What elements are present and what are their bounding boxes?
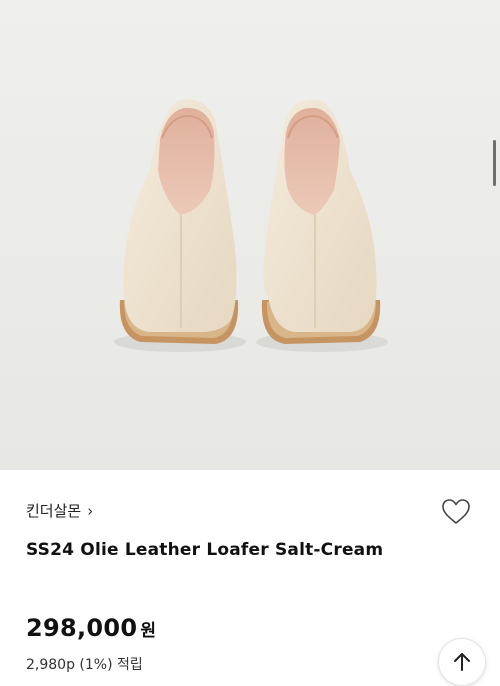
heart-outline-icon[interactable] <box>440 496 472 528</box>
image-scrollbar[interactable] <box>493 140 496 186</box>
chevron-right-icon: › <box>87 501 94 520</box>
arrow-up-icon <box>454 653 470 671</box>
loafer-photo <box>0 0 500 470</box>
price-value: 298,000 <box>26 614 138 642</box>
product-image[interactable] <box>0 0 500 470</box>
product-price: 298,000 원 <box>26 614 156 642</box>
brand-name: 킨더살몬 <box>26 502 82 520</box>
product-info: 킨더살몬 › SS24 Olie Leather Loafer Salt-Cre… <box>0 470 500 686</box>
reward-points: 2,980p (1%) 적립 <box>26 657 143 673</box>
scroll-top-button[interactable] <box>438 638 486 686</box>
price-currency: 원 <box>140 621 157 641</box>
product-title: SS24 Olie Leather Loafer Salt-Cream <box>26 540 384 560</box>
brand-link[interactable]: 킨더살몬 › <box>26 500 93 521</box>
